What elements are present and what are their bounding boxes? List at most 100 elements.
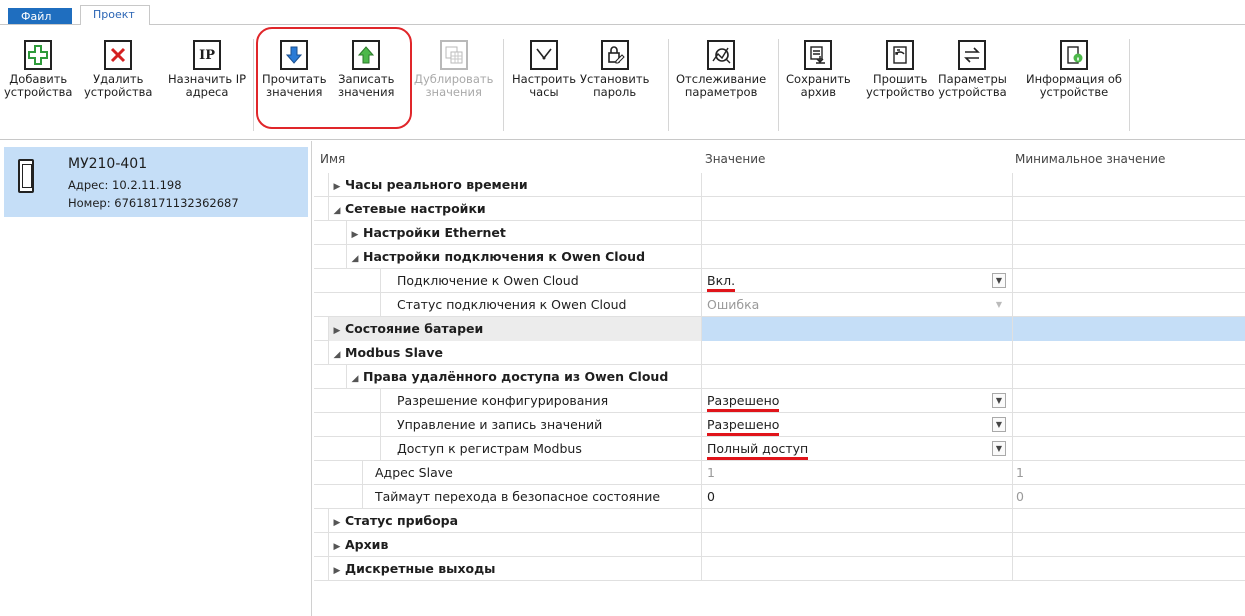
flash-device-icon xyxy=(886,40,915,70)
grid-row-battery[interactable]: ▶ Состояние батареи xyxy=(314,317,1245,341)
collapse-arrow-icon[interactable]: ◢ xyxy=(347,247,363,271)
chevron-down-icon[interactable]: ▼ xyxy=(992,441,1006,456)
set-clock-button[interactable]: Настроить часы xyxy=(512,40,576,99)
read-values-button[interactable]: Прочитать значения xyxy=(262,40,326,99)
duplicate-values-label: Дублировать значения xyxy=(414,72,494,99)
remove-devices-button[interactable]: Удалить устройства xyxy=(84,40,152,99)
grid-row-discrete-outputs[interactable]: ▶ Дискретные выходы xyxy=(314,557,1245,581)
ribbon-separator xyxy=(668,39,669,131)
row-name: Управление и запись значений xyxy=(380,413,701,437)
save-archive-icon xyxy=(804,40,833,70)
monitor-graph-icon xyxy=(707,40,736,70)
expand-arrow-icon[interactable]: ▶ xyxy=(329,175,345,199)
collapse-arrow-icon[interactable]: ◢ xyxy=(329,343,345,367)
device-list-item[interactable]: МУ210-401 Адрес: 10.2.11.198 Номер: 6761… xyxy=(4,147,308,217)
flash-device-button[interactable]: Прошить устройство xyxy=(866,40,934,99)
grid-row-network[interactable]: ◢ Сетевые настройки xyxy=(314,197,1245,221)
device-params-button[interactable]: Параметры устройства xyxy=(938,40,1007,99)
row-name: Разрешение конфигурирования xyxy=(380,389,701,413)
flash-device-label: Прошить устройство xyxy=(866,72,935,99)
row-name: Modbus Slave xyxy=(345,345,443,360)
set-password-button[interactable]: Установить пароль xyxy=(580,40,649,99)
row-value[interactable]: 1 xyxy=(701,461,1012,485)
row-value: Разрешено xyxy=(707,393,780,412)
duplicate-values-button[interactable]: Дублировать значения xyxy=(414,40,493,99)
expand-arrow-icon[interactable]: ▶ xyxy=(329,511,345,535)
transfer-arrows-icon xyxy=(958,40,987,70)
monitor-params-button[interactable]: Отслеживание параметров xyxy=(676,40,766,99)
expand-arrow-icon[interactable]: ▶ xyxy=(347,223,363,247)
row-name: Доступ к регистрам Modbus xyxy=(380,437,701,461)
row-min-value: 0 xyxy=(1012,485,1245,509)
grid-row-archive[interactable]: ▶ Архив xyxy=(314,533,1245,557)
grid-row-ethernet[interactable]: ▶ Настройки Ethernet xyxy=(314,221,1245,245)
device-info-label: Информация об устройстве xyxy=(1026,72,1123,99)
lock-pencil-icon xyxy=(600,40,629,70)
row-name: Подключение к Owen Cloud xyxy=(380,269,701,293)
column-header-name[interactable]: Имя xyxy=(320,152,345,166)
value-dropdown[interactable]: Разрешено ▼ xyxy=(701,413,1012,437)
tab-file[interactable]: Файл xyxy=(8,8,72,25)
grid-row-remote-access[interactable]: ◢ Права удалённого доступа из Owen Cloud xyxy=(314,365,1245,389)
device-number: Номер: 67618171132362687 xyxy=(68,196,239,210)
device-address: Адрес: 10.2.11.198 xyxy=(68,178,182,192)
add-devices-button[interactable]: Добавить устройства xyxy=(4,40,72,99)
column-header-value[interactable]: Значение xyxy=(705,152,765,166)
grid-row-modbus-slave[interactable]: ◢ Modbus Slave xyxy=(314,341,1245,365)
device-info-button[interactable]: Информация об устройстве xyxy=(1026,40,1122,99)
set-password-label: Установить пароль xyxy=(580,72,650,99)
tab-project[interactable]: Проект xyxy=(80,5,150,25)
row-name: Права удалённого доступа из Owen Cloud xyxy=(363,369,669,384)
chevron-down-icon[interactable]: ▼ xyxy=(992,273,1006,288)
read-values-label: Прочитать значения xyxy=(262,72,327,99)
expand-arrow-icon[interactable]: ▶ xyxy=(329,535,345,559)
clock-icon xyxy=(530,40,558,70)
collapse-arrow-icon[interactable]: ◢ xyxy=(347,367,363,391)
row-name: Настройки подключения к Owen Cloud xyxy=(363,249,646,264)
row-value[interactable]: 0 xyxy=(701,485,1012,509)
device-name: МУ210-401 xyxy=(68,156,148,172)
collapse-arrow-icon[interactable]: ◢ xyxy=(329,199,345,223)
grid-row-config-permission[interactable]: Разрешение конфигурирования Разрешено ▼ xyxy=(314,389,1245,413)
add-devices-label: Добавить устройства xyxy=(4,72,73,99)
grid-row-control-write[interactable]: Управление и запись значений Разрешено ▼ xyxy=(314,413,1245,437)
value-readonly: Ошибка ▼ xyxy=(701,293,1012,317)
row-name: Сетевые настройки xyxy=(345,201,486,216)
duplicate-table-icon xyxy=(439,40,468,70)
save-archive-button[interactable]: Сохранить архив xyxy=(786,40,851,99)
row-name: Состояние батареи xyxy=(345,321,484,336)
chevron-down-icon[interactable]: ▼ xyxy=(992,393,1006,408)
grid-row-safe-state-timeout[interactable]: Таймаут перехода в безопасное состояние … xyxy=(314,485,1245,509)
device-params-label: Параметры устройства xyxy=(938,72,1007,99)
grid-row-owen-cloud-connection[interactable]: Подключение к Owen Cloud Вкл. ▼ xyxy=(314,269,1245,293)
grid-row-rtc[interactable]: ▶ Часы реального времени xyxy=(314,173,1245,197)
row-min-value: 1 xyxy=(1012,461,1245,485)
chevron-down-icon: ▼ xyxy=(995,300,1003,309)
grid-row-modbus-register-access[interactable]: Доступ к регистрам Modbus Полный доступ ▼ xyxy=(314,437,1245,461)
row-name: Дискретные выходы xyxy=(345,561,496,576)
grid-row-slave-address[interactable]: Адрес Slave 1 1 xyxy=(314,461,1245,485)
row-name: Статус прибора xyxy=(345,513,459,528)
expand-arrow-icon[interactable]: ▶ xyxy=(329,319,345,343)
value-dropdown[interactable]: Полный доступ ▼ xyxy=(701,437,1012,461)
ribbon-tabstrip: Файл Проект xyxy=(0,0,1245,25)
grid-row-owen-cloud-status[interactable]: Статус подключения к Owen Cloud Ошибка ▼ xyxy=(314,293,1245,317)
ribbon-separator xyxy=(503,39,504,131)
value-dropdown[interactable]: Вкл. ▼ xyxy=(701,269,1012,293)
chevron-down-icon[interactable]: ▼ xyxy=(992,417,1006,432)
device-info-icon xyxy=(1060,40,1088,70)
ip-icon-text: IP xyxy=(199,47,215,63)
value-dropdown[interactable]: Разрешено ▼ xyxy=(701,389,1012,413)
monitor-params-label: Отслеживание параметров xyxy=(676,72,767,99)
row-value: Разрешено xyxy=(707,417,780,436)
assign-ip-button[interactable]: IP Назначить IP адреса xyxy=(168,40,246,99)
save-archive-label: Сохранить архив xyxy=(786,72,851,99)
column-header-min[interactable]: Минимальное значение xyxy=(1015,152,1165,166)
write-values-button[interactable]: Записать значения xyxy=(338,40,394,99)
ribbon-separator xyxy=(253,39,254,131)
grid-row-owen-cloud-settings[interactable]: ◢ Настройки подключения к Owen Cloud xyxy=(314,245,1245,269)
grid-row-device-status[interactable]: ▶ Статус прибора xyxy=(314,509,1245,533)
row-name: Статус подключения к Owen Cloud xyxy=(380,293,701,317)
expand-arrow-icon[interactable]: ▶ xyxy=(329,559,345,583)
row-name: Таймаут перехода в безопасное состояние xyxy=(362,485,701,509)
